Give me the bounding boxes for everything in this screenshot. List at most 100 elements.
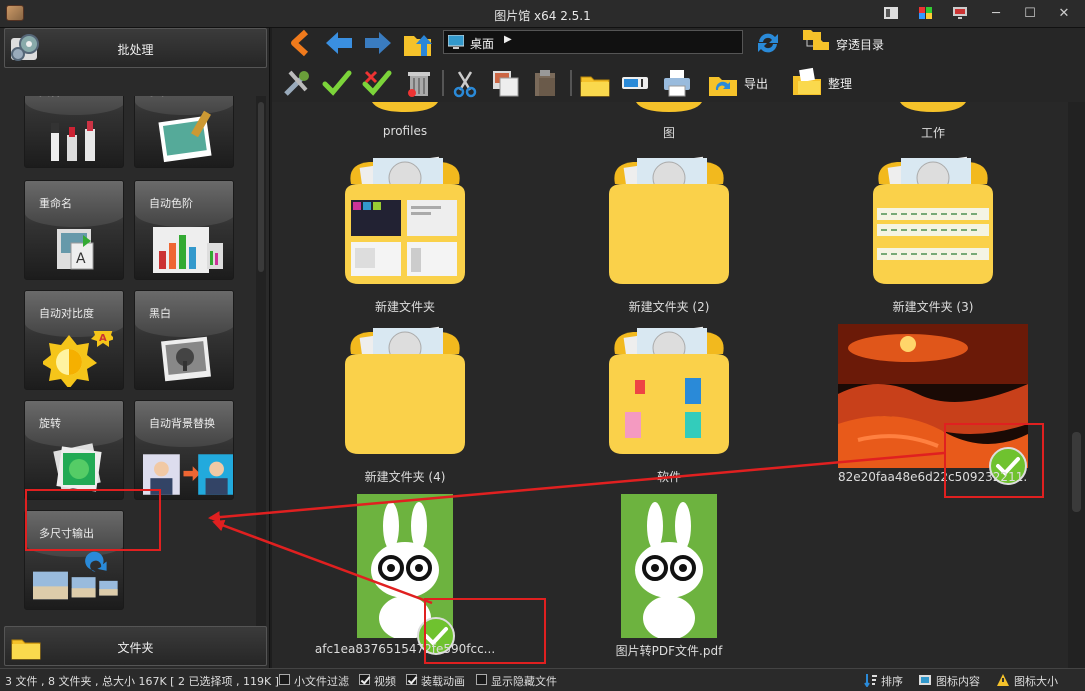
paste-icon[interactable]	[530, 68, 560, 98]
print-icon[interactable]	[662, 68, 692, 98]
video-checkbox[interactable]	[359, 674, 370, 685]
monitor-icon[interactable]	[952, 6, 968, 20]
multi-size-icon	[33, 551, 118, 600]
icon-content-icon[interactable]	[918, 673, 932, 687]
small-file-filter-label[interactable]: 小文件过滤	[294, 673, 349, 689]
up-folder-icon[interactable]	[403, 28, 433, 58]
folder-item[interactable]: 图	[574, 102, 764, 144]
tile-auto-contrast[interactable]: 自动对比度 A	[24, 290, 124, 390]
forward-blue-icon[interactable]	[363, 28, 393, 58]
left-panel: 批处理 美容 优化 重命名	[0, 28, 270, 668]
tools-icon[interactable]	[282, 68, 312, 98]
sort-icon[interactable]	[864, 673, 878, 687]
tile-rename[interactable]: 重命名 A	[24, 180, 124, 280]
sort-label[interactable]: 排序	[881, 673, 903, 689]
load-animation-label[interactable]: 装载动画	[421, 673, 465, 689]
highlight-box-multi-size	[25, 489, 161, 551]
export-label[interactable]: 导出	[744, 75, 768, 92]
folder-item[interactable]: 新建文件夹 (2)	[574, 154, 764, 318]
icon-size-icon[interactable]	[996, 673, 1010, 687]
skin-icon[interactable]	[883, 6, 899, 20]
folder-label: 文件夹	[117, 641, 154, 655]
icon-size-label[interactable]: 图标大小	[1014, 673, 1058, 689]
show-hidden-files-checkbox[interactable]	[476, 674, 487, 685]
item-caption: 工作	[920, 126, 945, 140]
bar-chart-icon	[153, 227, 223, 273]
refresh-icon[interactable]	[753, 28, 783, 58]
folder-item[interactable]: 新建文件夹 (4)	[310, 324, 500, 488]
batch-process-header[interactable]: 批处理	[4, 28, 267, 68]
folder-panel-header[interactable]: 文件夹	[4, 626, 267, 666]
tile-rotate[interactable]: 旋转	[24, 400, 124, 500]
toolbar-divider	[570, 70, 572, 96]
check-icon[interactable]	[322, 68, 352, 98]
desktop-icon	[448, 35, 464, 49]
folder-item[interactable]: 软件	[574, 324, 764, 488]
back-blue-icon[interactable]	[324, 28, 354, 58]
small-file-filter-checkbox[interactable]	[279, 674, 290, 685]
rename-tag-icon[interactable]	[620, 68, 650, 98]
trash-icon[interactable]	[404, 68, 434, 98]
folder-item[interactable]: 工作	[838, 102, 1028, 144]
tile-black-white[interactable]: 黑白	[134, 290, 234, 390]
folder-move-icon[interactable]	[580, 68, 610, 98]
maximize-icon[interactable]: ☐	[1018, 4, 1042, 24]
tile-label: 美容	[39, 96, 61, 99]
icon-content-label[interactable]: 图标内容	[936, 673, 980, 689]
item-caption: 新建文件夹 (2)	[628, 300, 710, 314]
cut-icon[interactable]	[450, 68, 480, 98]
copy-icon[interactable]	[490, 68, 520, 98]
tile-auto-levels[interactable]: 自动色阶	[134, 180, 234, 280]
minimize-icon[interactable]: ─	[984, 4, 1008, 24]
image-item[interactable]: 图片转PDF文件.pdf	[574, 494, 764, 658]
folder-icon	[345, 156, 465, 284]
file-grid-scrollbar[interactable]	[1068, 102, 1085, 668]
load-animation-checkbox[interactable]	[406, 674, 417, 685]
left-panel-scrollbar[interactable]	[256, 96, 266, 626]
folder-item[interactable]: 新建文件夹 (3)	[838, 154, 1028, 318]
tile-optimize[interactable]: 优化	[134, 96, 234, 168]
tile-label: 自动对比度	[39, 307, 94, 320]
organize-label[interactable]: 整理	[828, 75, 852, 92]
tile-beauty[interactable]: 美容	[24, 96, 124, 168]
cosmetics-icon	[51, 121, 95, 161]
tile-label: 自动背景替换	[149, 417, 215, 430]
close-icon[interactable]: ✕	[1052, 4, 1076, 24]
item-caption: 图	[662, 126, 675, 140]
see-through-label[interactable]: 穿透目录	[836, 36, 884, 53]
folder-item[interactable]: profiles	[310, 102, 500, 144]
status-summary: 3 文件 , 8 文件夹 , 总大小 167K [ 2 已选择项 , 119K …	[5, 675, 279, 688]
item-caption: profiles	[382, 124, 428, 138]
export-icon[interactable]	[708, 68, 738, 98]
organize-icon[interactable]	[792, 66, 822, 96]
folder-item[interactable]: 新建文件夹	[310, 154, 500, 318]
tile-label: 重命名	[39, 197, 72, 210]
tile-background-replace[interactable]: 自动背景替换	[134, 400, 234, 500]
tile-label: 旋转	[39, 417, 61, 430]
back-orange-icon[interactable]	[286, 28, 316, 58]
bw-photo-icon	[161, 336, 211, 382]
tile-label: 优化	[149, 96, 171, 99]
item-caption: 新建文件夹 (4)	[364, 470, 446, 484]
item-caption: 图片转PDF文件.pdf	[615, 644, 723, 658]
pdf-rabbit-thumbnail	[621, 494, 717, 638]
svg-text:A: A	[99, 333, 107, 344]
folder-icon	[636, 102, 702, 112]
color-palette-icon[interactable]	[918, 6, 934, 20]
show-hidden-files-label[interactable]: 显示隐藏文件	[491, 673, 557, 689]
file-grid: profiles 图 工作 新建文件夹 新建文件夹 (2) 新建文件夹 (3) …	[272, 102, 1068, 668]
check-x-icon[interactable]	[362, 68, 392, 98]
tile-label: 黑白	[149, 307, 171, 320]
video-label[interactable]: 视频	[374, 673, 396, 689]
title-bar: 图片馆 x64 2.5.1 ─ ☐ ✕	[0, 0, 1085, 28]
item-caption: 新建文件夹 (3)	[892, 300, 974, 314]
folder-icon	[609, 156, 729, 284]
see-through-folder-icon[interactable]	[801, 26, 831, 56]
chevron-right-icon[interactable]: ▶	[504, 34, 512, 45]
folder-icon	[609, 326, 729, 454]
tile-label: 自动色阶	[149, 197, 193, 210]
highlight-box-selected-rabbit	[424, 598, 546, 664]
item-caption: 新建文件夹	[374, 300, 435, 314]
address-bar[interactable]: 桌面 ▶	[443, 30, 743, 54]
svg-text:A: A	[76, 251, 86, 267]
